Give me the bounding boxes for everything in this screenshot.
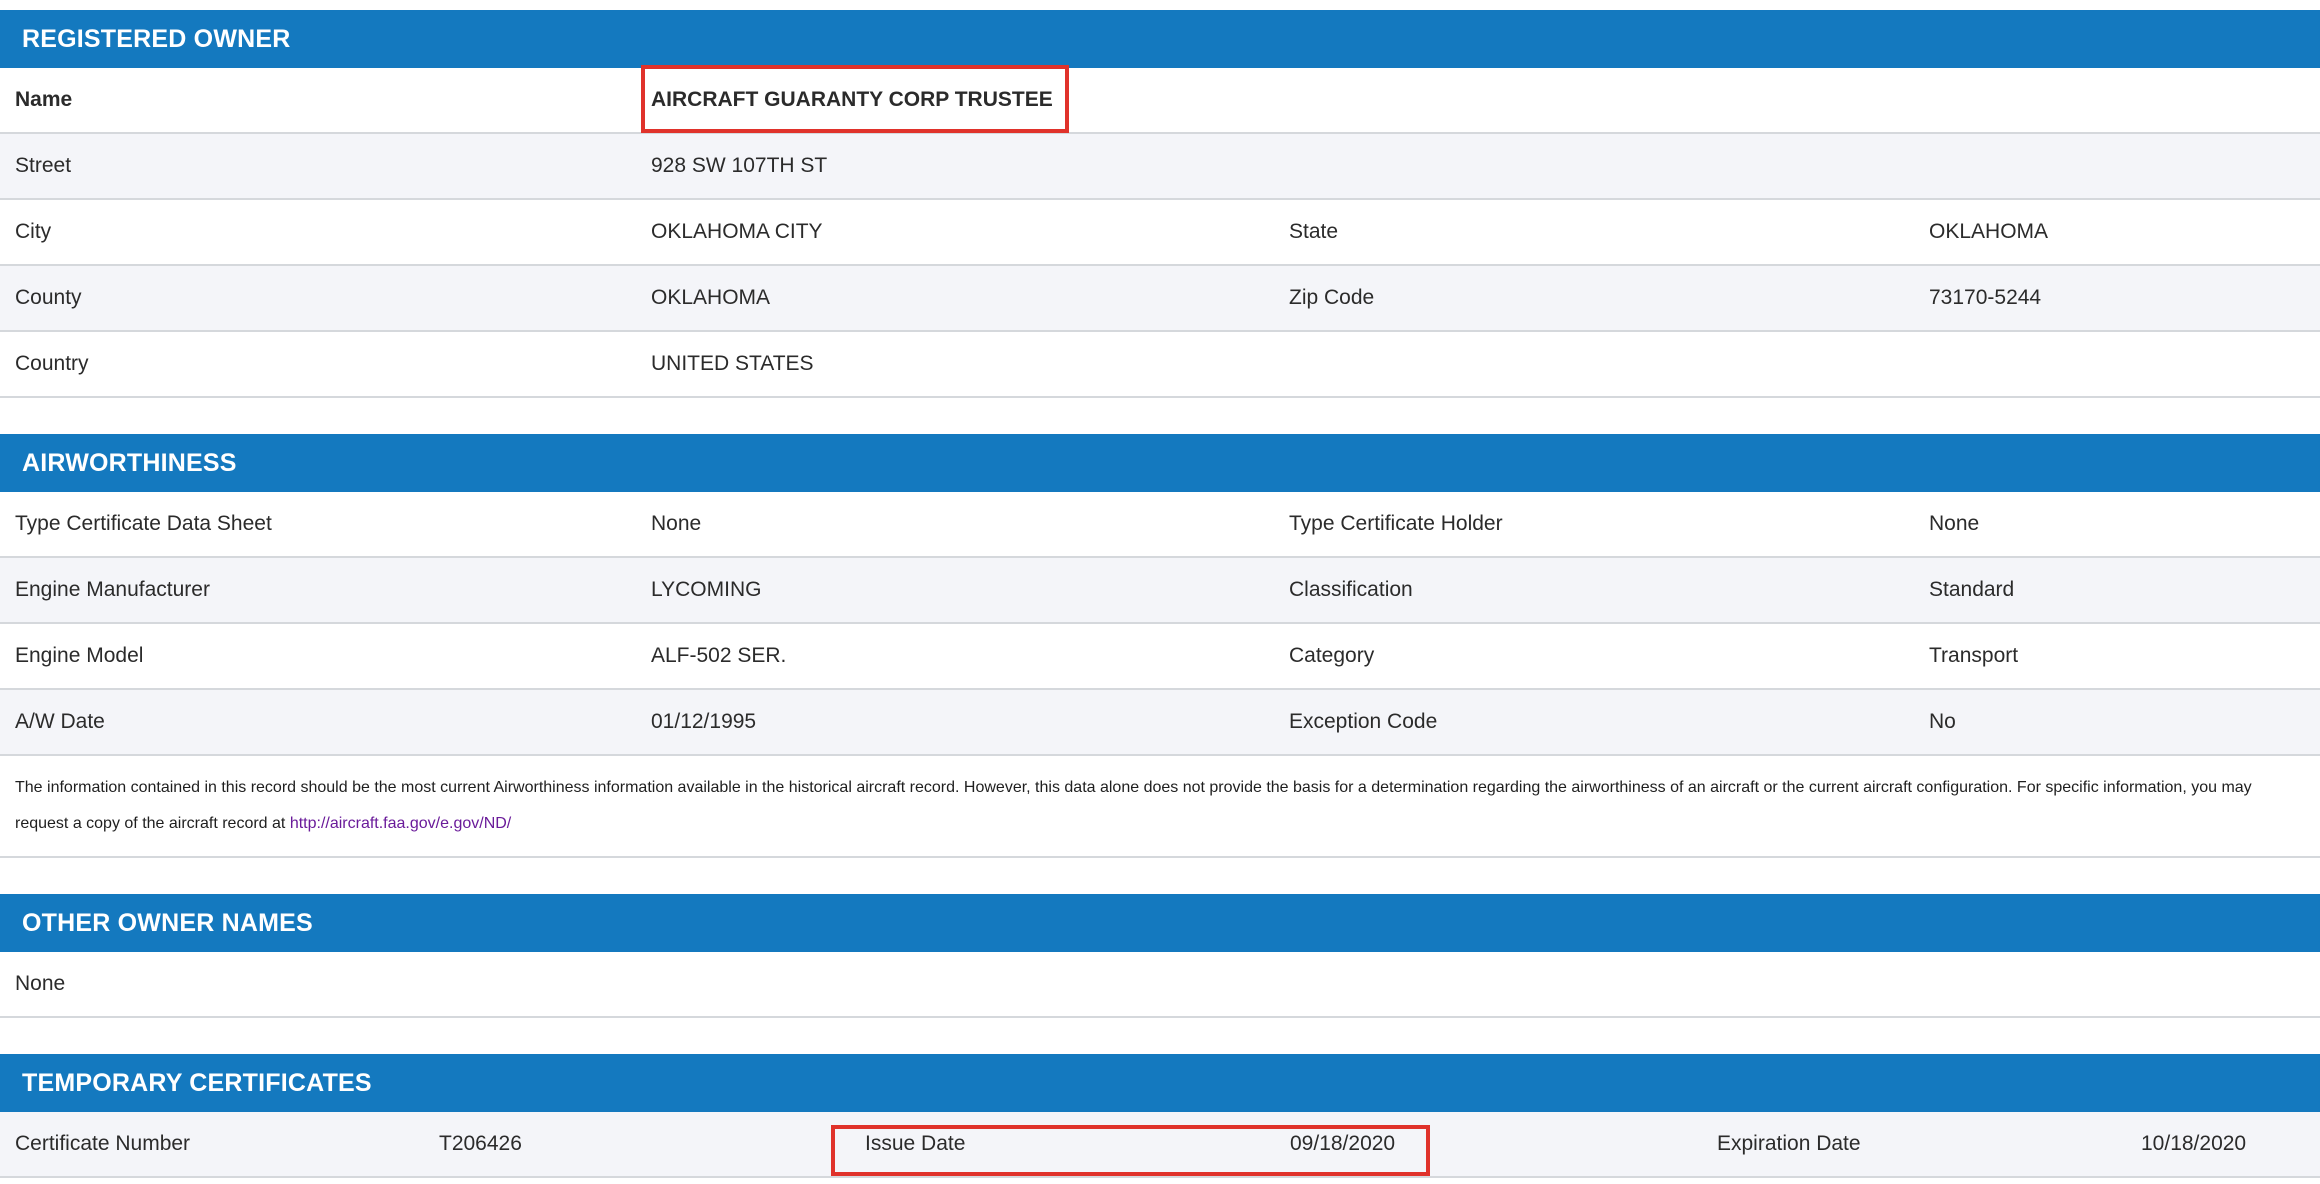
owner-name-label: Name: [15, 88, 73, 111]
aw-date-value: 01/12/1995: [651, 710, 757, 733]
aw-engine-manufacturer-value: LYCOMING: [651, 578, 762, 601]
aw-engine-manufacturer-row: Engine Manufacturer LYCOMING Classificat…: [0, 558, 2320, 624]
other-owner-names-value: None: [15, 972, 66, 995]
temporary-certificate-row: Certificate Number T206426 Issue Date 09…: [0, 1112, 2320, 1178]
owner-name-value: AIRCRAFT GUARANTY CORP TRUSTEE: [651, 88, 1053, 111]
owner-city-row: City OKLAHOMA CITY State OKLAHOMA: [0, 200, 2320, 266]
other-owner-names-row: None: [0, 952, 2320, 1018]
aw-type-cert-row: Type Certificate Data Sheet None Type Ce…: [0, 492, 2320, 558]
aw-type-cert-label: Type Certificate Data Sheet: [15, 512, 272, 535]
issue-date-label: Issue Date: [865, 1132, 966, 1155]
owner-street-label: Street: [15, 154, 72, 177]
aw-date-row: A/W Date 01/12/1995 Exception Code No: [0, 690, 2320, 756]
owner-city-label: City: [15, 220, 52, 243]
other-owner-names-header: OTHER OWNER NAMES: [0, 894, 2320, 952]
cert-number-label: Certificate Number: [15, 1132, 191, 1155]
owner-county-label: County: [15, 286, 82, 309]
owner-name-row: Name AIRCRAFT GUARANTY CORP TRUSTEE: [0, 68, 2320, 134]
aw-date-label: A/W Date: [15, 710, 105, 733]
owner-county-row: County OKLAHOMA Zip Code 73170-5244: [0, 266, 2320, 332]
issue-date-value: 09/18/2020: [1290, 1132, 1396, 1155]
registered-owner-header: REGISTERED OWNER: [0, 10, 2320, 68]
aw-engine-manufacturer-label: Engine Manufacturer: [15, 578, 210, 601]
aw-category-label: Category: [1289, 644, 1375, 667]
aw-exception-code-label: Exception Code: [1289, 710, 1438, 733]
aircraft-record-link[interactable]: http://aircraft.faa.gov/e.gov/ND/: [290, 815, 511, 832]
aw-classification-value: Standard: [1929, 578, 2015, 601]
owner-country-value: UNITED STATES: [651, 352, 814, 375]
aircraft-record-page: REGISTERED OWNER Name AIRCRAFT GUARANTY …: [0, 10, 2320, 1178]
airworthiness-notice: The information contained in this record…: [0, 756, 2320, 858]
owner-zip-value: 73170-5244: [1929, 286, 2042, 309]
aw-engine-model-label: Engine Model: [15, 644, 144, 667]
owner-zip-label: Zip Code: [1289, 286, 1375, 309]
owner-street-value: 928 SW 107TH ST: [651, 154, 828, 177]
expiration-date-label: Expiration Date: [1717, 1132, 1861, 1155]
owner-street-row: Street 928 SW 107TH ST: [0, 134, 2320, 200]
owner-city-value: OKLAHOMA CITY: [651, 220, 823, 243]
owner-state-value: OKLAHOMA: [1929, 220, 2049, 243]
airworthiness-header: AIRWORTHINESS: [0, 434, 2320, 492]
owner-country-label: Country: [15, 352, 89, 375]
aw-engine-model-value: ALF-502 SER.: [651, 644, 787, 667]
aw-type-cert-holder-value: None: [1929, 512, 1980, 535]
aw-exception-code-value: No: [1929, 710, 1956, 733]
expiration-date-value: 10/18/2020: [2141, 1132, 2247, 1155]
cert-number-value: T206426: [439, 1132, 522, 1155]
aw-engine-model-row: Engine Model ALF-502 SER. Category Trans…: [0, 624, 2320, 690]
owner-state-label: State: [1289, 220, 1339, 243]
aw-type-cert-holder-label: Type Certificate Holder: [1289, 512, 1503, 535]
aw-category-value: Transport: [1929, 644, 2019, 667]
owner-country-row: Country UNITED STATES: [0, 332, 2320, 398]
aw-type-cert-value: None: [651, 512, 702, 535]
owner-county-value: OKLAHOMA: [651, 286, 771, 309]
temporary-certificates-header: TEMPORARY CERTIFICATES: [0, 1054, 2320, 1112]
aw-classification-label: Classification: [1289, 578, 1413, 601]
